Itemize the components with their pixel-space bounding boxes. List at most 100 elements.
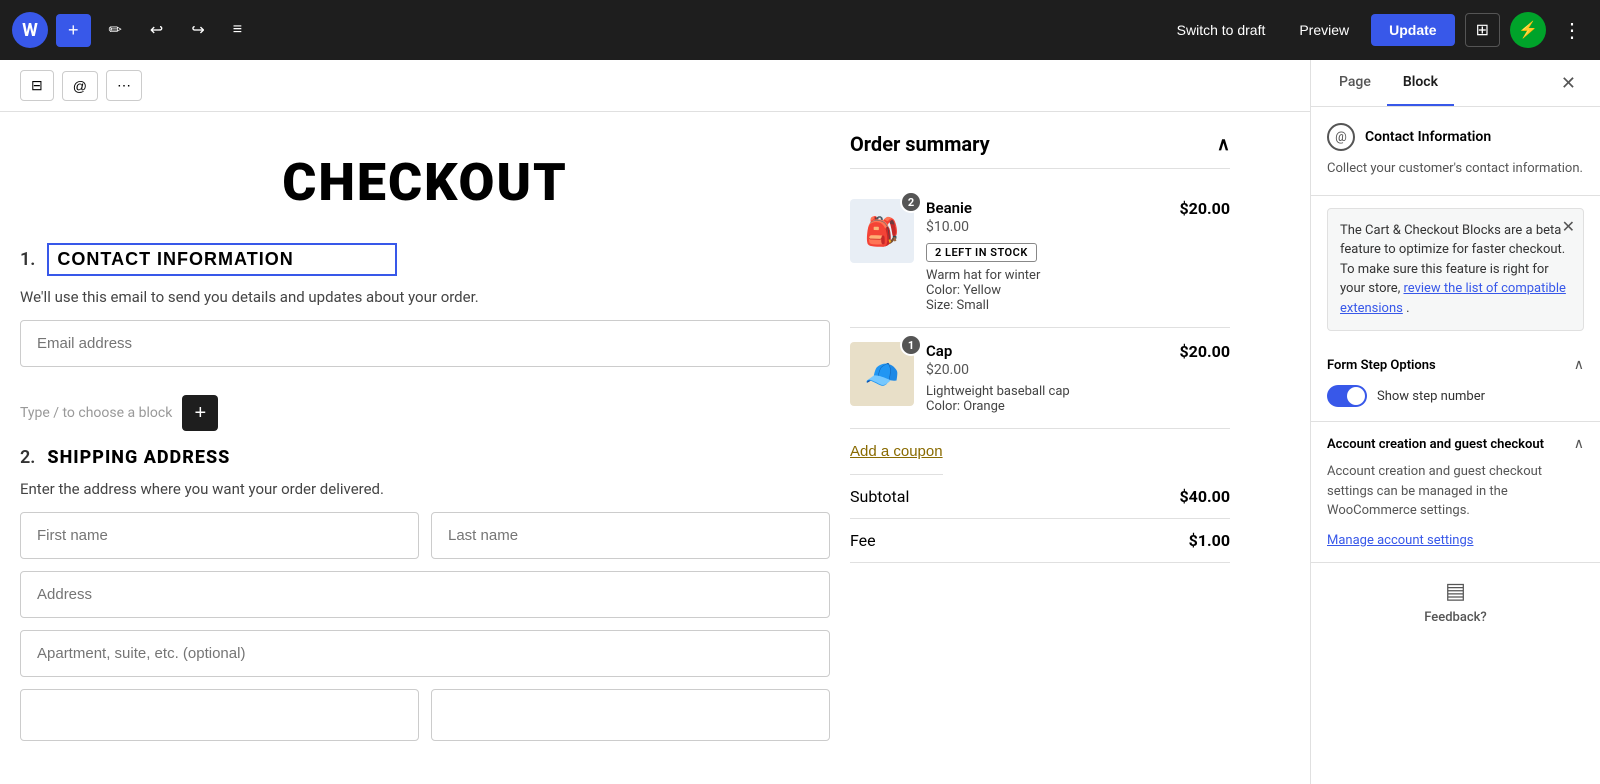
name-row [20,512,830,559]
beta-notice-close-button[interactable]: ✕ [1562,217,1575,237]
beanie-name: Beanie [926,199,1167,217]
list-view-button[interactable]: ≡ [223,15,252,45]
form-step-header[interactable]: Form Step Options ∧ [1327,357,1584,373]
panel-contact-section: @ Contact Information Collect your custo… [1311,107,1600,196]
cap-details: Cap $20.00 Lightweight baseball cap Colo… [926,342,1167,414]
feedback-area: ▤ Feedback? [1311,563,1600,641]
show-step-number-label: Show step number [1377,389,1485,404]
at-button[interactable]: @ [62,71,98,101]
show-step-number-row: Show step number [1327,385,1584,407]
switch-draft-button[interactable]: Switch to draft [1165,16,1278,44]
redo-button[interactable]: ↪ [181,14,214,46]
beanie-desc1: Warm hat for winter [926,268,1167,283]
order-item-cap: 🧢 1 Cap $20.00 Lightweight baseball cap … [850,328,1230,429]
order-summary-chevron[interactable]: ∧ [1217,134,1230,155]
wp-logo[interactable]: W [12,12,48,48]
order-summary-title: Order summary [850,132,990,156]
cap-price: $20.00 [926,362,1167,378]
page-title: CHECKOUT [20,152,830,213]
shipping-section-title: SHIPPING ADDRESS [47,447,230,468]
add-block-area: Type / to choose a block + [20,387,830,439]
pencil-button[interactable]: ✏ [99,14,132,46]
panel-contact-desc: Collect your customer's contact informat… [1327,159,1584,179]
manage-account-link[interactable]: Manage account settings [1327,533,1473,548]
preview-button[interactable]: Preview [1287,16,1361,44]
email-input[interactable] [20,320,830,367]
tab-page[interactable]: Page [1323,60,1387,106]
more-options-button[interactable]: ⋮ [1556,12,1588,49]
right-panel: Page Block ✕ @ Contact Information Colle… [1310,60,1600,784]
account-section-title: Account creation and guest checkout [1327,437,1544,452]
account-section-header[interactable]: Account creation and guest checkout ∧ [1327,436,1584,452]
layout-icon: ⊟ [31,77,43,94]
beanie-details: Beanie $10.00 2 LEFT IN STOCK Warm hat f… [926,199,1167,313]
subtotal-label: Subtotal [850,487,909,506]
editor-toolbar: ⊟ @ ⋯ [0,60,1310,112]
address-input[interactable] [20,571,830,618]
beanie-stock-badge: 2 LEFT IN STOCK [926,243,1037,262]
city-input[interactable] [20,689,419,741]
panel-contact-header: @ Contact Information [1327,123,1584,151]
order-summary: Order summary ∧ 🎒 2 Beanie $10.00 2 LEFT… [850,132,1230,753]
last-name-input[interactable] [431,512,830,559]
shipping-desc: Enter the address where you want your or… [20,480,830,498]
feedback-icon: ▤ [1445,579,1466,604]
shipping-section-number: 2. [20,447,35,468]
layout-toggle-button[interactable]: ⊟ [20,70,54,101]
fee-row: Fee $1.00 [850,519,1230,563]
beta-notice: ✕ The Cart & Checkout Blocks are a beta … [1327,208,1584,332]
cap-name: Cap [926,342,1167,360]
contact-title-input[interactable] [47,243,397,276]
at-icon: @ [73,78,87,94]
account-creation-section: Account creation and guest checkout ∧ Ac… [1311,422,1600,563]
add-coupon-button[interactable]: Add a coupon [850,429,943,475]
beanie-image-wrap: 🎒 2 [850,199,914,263]
account-section-chevron: ∧ [1574,436,1584,452]
content-wrapper: CHECKOUT 1. We'll use this email to send… [0,112,1310,773]
contact-section-header: 1. [20,243,830,276]
contact-section-number: 1. [20,249,35,270]
undo-button[interactable]: ↩ [140,14,173,46]
feedback-label[interactable]: Feedback? [1424,610,1486,625]
add-block-placeholder: Type / to choose a block [20,405,172,421]
update-button[interactable]: Update [1371,14,1454,46]
view-toggle-button[interactable]: ⊞ [1465,13,1500,47]
shipping-section-header: 2. SHIPPING ADDRESS [20,447,830,468]
show-step-number-toggle[interactable] [1327,385,1367,407]
account-desc: Account creation and guest checkout sett… [1327,462,1584,521]
apt-input[interactable] [20,630,830,677]
panel-tabs: Page Block ✕ [1311,60,1600,107]
tab-block[interactable]: Block [1387,60,1454,106]
cap-image-wrap: 🧢 1 [850,342,914,406]
add-new-button[interactable]: + [56,14,91,47]
add-block-button[interactable]: + [182,395,218,431]
main-toolbar: W + ✏ ↩ ↪ ≡ Switch to draft Preview Upda… [0,0,1600,60]
order-item-beanie: 🎒 2 Beanie $10.00 2 LEFT IN STOCK Warm h… [850,185,1230,328]
form-step-chevron: ∧ [1574,357,1584,373]
form-step-options: Form Step Options ∧ Show step number [1311,343,1600,422]
beanie-desc3: Size: Small [926,298,1167,313]
beanie-total: $20.00 [1179,199,1230,218]
main-content: ⊟ @ ⋯ CHECKOUT 1. We'll use this email t… [0,60,1310,784]
first-name-input[interactable] [20,512,419,559]
fee-amount: $1.00 [1189,531,1230,550]
contact-desc: We'll use this email to send you details… [20,288,830,306]
contact-icon: @ [1327,123,1355,151]
subtotal-amount: $40.00 [1179,487,1230,506]
city-row [20,689,830,741]
more-editor-button[interactable]: ⋯ [106,70,142,101]
subtotal-row: Subtotal $40.00 [850,475,1230,519]
state-input[interactable] [431,689,830,741]
cap-total: $20.00 [1179,342,1230,361]
beanie-price: $10.00 [926,219,1167,235]
beanie-desc2: Color: Yellow [926,283,1167,298]
beta-notice-text: The Cart & Checkout Blocks are a beta fe… [1340,221,1571,319]
cap-desc1: Lightweight baseball cap [926,384,1167,399]
panel-close-button[interactable]: ✕ [1549,60,1588,106]
cap-qty-badge: 1 [900,334,922,356]
bolt-button[interactable]: ⚡ [1510,12,1546,48]
fee-label: Fee [850,531,876,550]
beanie-qty-badge: 2 [900,191,922,213]
form-step-title: Form Step Options [1327,358,1436,373]
main-layout: ⊟ @ ⋯ CHECKOUT 1. We'll use this email t… [0,60,1600,784]
